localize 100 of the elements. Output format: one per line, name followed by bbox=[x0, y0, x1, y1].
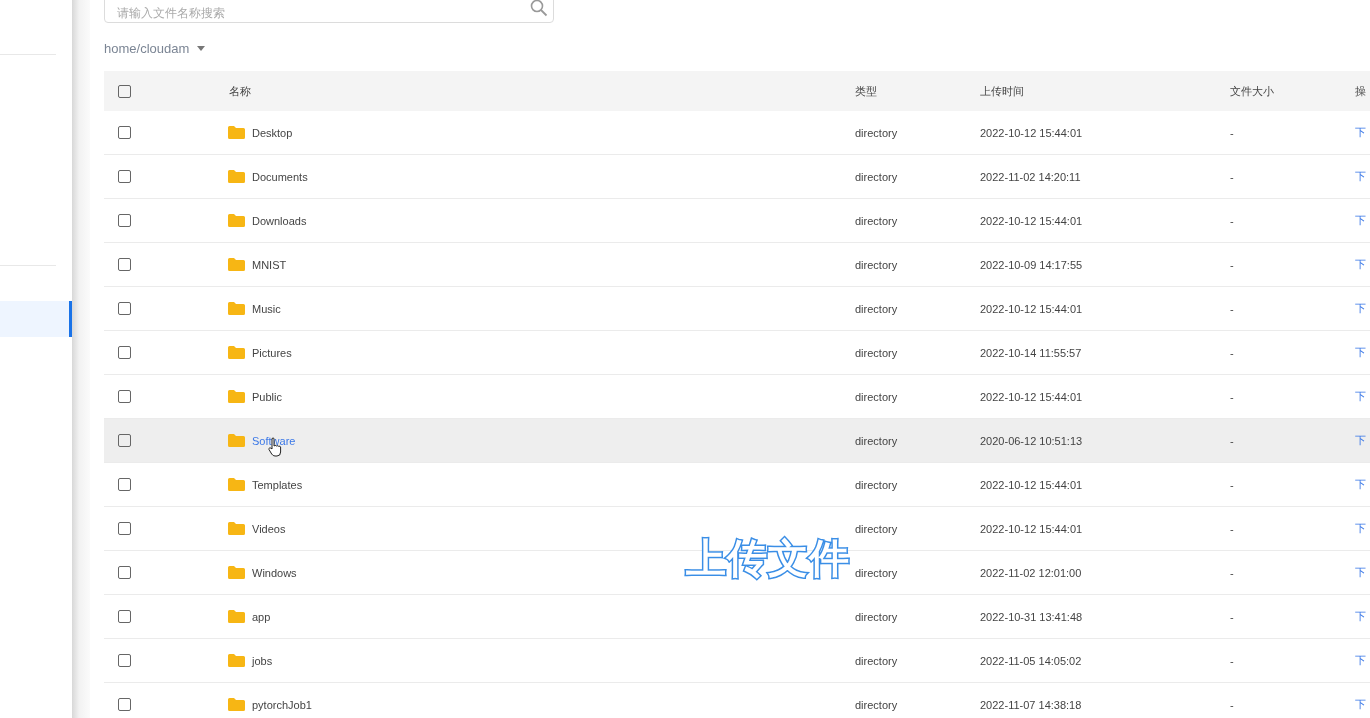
file-name[interactable]: Desktop bbox=[252, 126, 293, 139]
file-name[interactable]: Downloads bbox=[252, 214, 307, 227]
download-link[interactable]: 下 bbox=[1355, 609, 1370, 624]
checkbox[interactable] bbox=[118, 698, 131, 711]
table-cell-text: - bbox=[1230, 478, 1235, 491]
table-cell-text: directory bbox=[855, 258, 899, 271]
table-cell-text: - bbox=[1230, 258, 1235, 271]
checkbox[interactable] bbox=[118, 654, 131, 667]
table-cell-text: directory bbox=[855, 170, 899, 183]
table-cell-text: directory bbox=[855, 698, 899, 711]
column-header: 操 bbox=[1355, 83, 1367, 99]
download-link[interactable]: 下 bbox=[1355, 433, 1370, 448]
table-cell-text: directory bbox=[855, 566, 899, 579]
download-link[interactable]: 下 bbox=[1355, 345, 1370, 360]
table-cell-text: 2022-10-14 11:55:57 bbox=[980, 346, 1083, 359]
table-cell-text: 2022-11-07 14:38:18 bbox=[980, 698, 1083, 711]
table-cell-text: directory bbox=[855, 610, 899, 623]
folder-icon bbox=[228, 610, 245, 623]
table-cell-text: 2022-10-31 13:41:48 bbox=[980, 610, 1084, 623]
folder-icon bbox=[228, 522, 245, 535]
table-cell-text: - bbox=[1230, 566, 1235, 579]
folder-icon bbox=[228, 346, 245, 359]
folder-icon bbox=[228, 126, 245, 139]
table-cell-text: - bbox=[1230, 434, 1235, 447]
file-name[interactable]: MNIST bbox=[252, 258, 287, 271]
folder-icon bbox=[228, 434, 245, 447]
download-link[interactable]: 下 bbox=[1355, 653, 1370, 668]
table-cell-text: - bbox=[1230, 390, 1235, 403]
file-name[interactable]: Windows bbox=[252, 566, 297, 579]
checkbox[interactable] bbox=[118, 610, 131, 623]
table-cell-text: 2022-11-02 14:20:11 bbox=[980, 170, 1082, 183]
download-link[interactable]: 下 bbox=[1355, 213, 1370, 228]
table-cell-text: - bbox=[1230, 214, 1235, 227]
caret-icon bbox=[197, 46, 206, 51]
checkbox[interactable] bbox=[118, 84, 131, 98]
folder-icon bbox=[228, 390, 245, 403]
table-cell-text: - bbox=[1230, 610, 1235, 623]
download-link[interactable]: 下 bbox=[1355, 389, 1370, 404]
checkbox[interactable] bbox=[118, 390, 131, 403]
folder-icon bbox=[228, 698, 245, 711]
column-header: 文件大小 bbox=[1230, 83, 1275, 99]
table-cell-text: - bbox=[1230, 522, 1235, 535]
checkbox[interactable] bbox=[118, 214, 131, 227]
folder-icon bbox=[228, 170, 245, 183]
file-name[interactable]: Pictures bbox=[252, 346, 292, 359]
file-name[interactable]: Music bbox=[252, 302, 281, 315]
file-name[interactable]: Public bbox=[252, 390, 282, 403]
table-cell-text: directory bbox=[855, 126, 899, 139]
table-cell-text: - bbox=[1230, 346, 1235, 359]
table-cell-text: - bbox=[1230, 126, 1235, 139]
file-name[interactable]: jobs bbox=[252, 654, 273, 667]
folder-icon bbox=[228, 214, 245, 227]
file-name[interactable]: app bbox=[252, 610, 271, 623]
column-header: 类型 bbox=[855, 83, 878, 99]
download-link[interactable]: 下 bbox=[1355, 477, 1370, 492]
checkbox[interactable] bbox=[118, 126, 131, 139]
download-link[interactable]: 下 bbox=[1355, 697, 1370, 712]
table-cell-text: directory bbox=[855, 302, 899, 315]
table-cell-text: directory bbox=[855, 478, 899, 491]
table-cell-text: - bbox=[1230, 698, 1235, 711]
checkbox[interactable] bbox=[118, 258, 131, 271]
download-link[interactable]: 下 bbox=[1355, 301, 1370, 316]
selected-nav-item[interactable] bbox=[0, 301, 72, 337]
folder-icon bbox=[228, 258, 245, 271]
table-cell-text: 2022-10-12 15:44:01 bbox=[980, 214, 1084, 227]
download-link[interactable]: 下 bbox=[1355, 521, 1370, 536]
table-cell-text: directory bbox=[855, 434, 899, 447]
path-dropdown[interactable]: home/cloudam bbox=[104, 41, 206, 56]
table-cell-text: 2020-06-12 10:51:13 bbox=[980, 434, 1084, 447]
table-cell-text: 2022-11-05 14:05:02 bbox=[980, 654, 1083, 667]
checkbox[interactable] bbox=[118, 170, 131, 183]
folder-icon bbox=[228, 478, 245, 491]
checkbox[interactable] bbox=[118, 566, 131, 579]
search-field[interactable]: 请输入文件名称搜索 bbox=[104, 0, 554, 23]
file-name[interactable]: Videos bbox=[252, 522, 286, 535]
file-name[interactable]: Templates bbox=[252, 478, 303, 491]
table-cell-text: directory bbox=[855, 522, 899, 535]
file-name[interactable]: Documents bbox=[252, 170, 308, 183]
download-link[interactable]: 下 bbox=[1355, 257, 1370, 272]
table-cell-text: 2022-10-12 15:44:01 bbox=[980, 126, 1084, 139]
table-cell-text: 2022-10-12 15:44:01 bbox=[980, 390, 1084, 403]
checkbox[interactable] bbox=[118, 346, 131, 359]
table-cell-text: directory bbox=[855, 654, 899, 667]
checkbox[interactable] bbox=[118, 522, 131, 535]
table-cell-text: 2022-11-02 12:01:00 bbox=[980, 566, 1083, 579]
folder-icon bbox=[228, 302, 245, 315]
checkbox[interactable] bbox=[118, 434, 131, 447]
download-link[interactable]: 下 bbox=[1355, 565, 1370, 580]
download-link[interactable]: 下 bbox=[1355, 125, 1370, 140]
checkbox[interactable] bbox=[118, 478, 131, 491]
table-cell-text: directory bbox=[855, 214, 899, 227]
column-header: 上传时间 bbox=[980, 83, 1025, 99]
folder-icon bbox=[228, 654, 245, 667]
file-name[interactable]: pytorchJob1 bbox=[252, 698, 312, 711]
checkbox[interactable] bbox=[118, 302, 131, 315]
download-link[interactable]: 下 bbox=[1355, 169, 1370, 184]
table-cell-text: - bbox=[1230, 170, 1235, 183]
folder-icon bbox=[228, 566, 245, 579]
table-cell-text: - bbox=[1230, 302, 1235, 315]
table-cell-text: 2022-10-12 15:44:01 bbox=[980, 522, 1084, 535]
